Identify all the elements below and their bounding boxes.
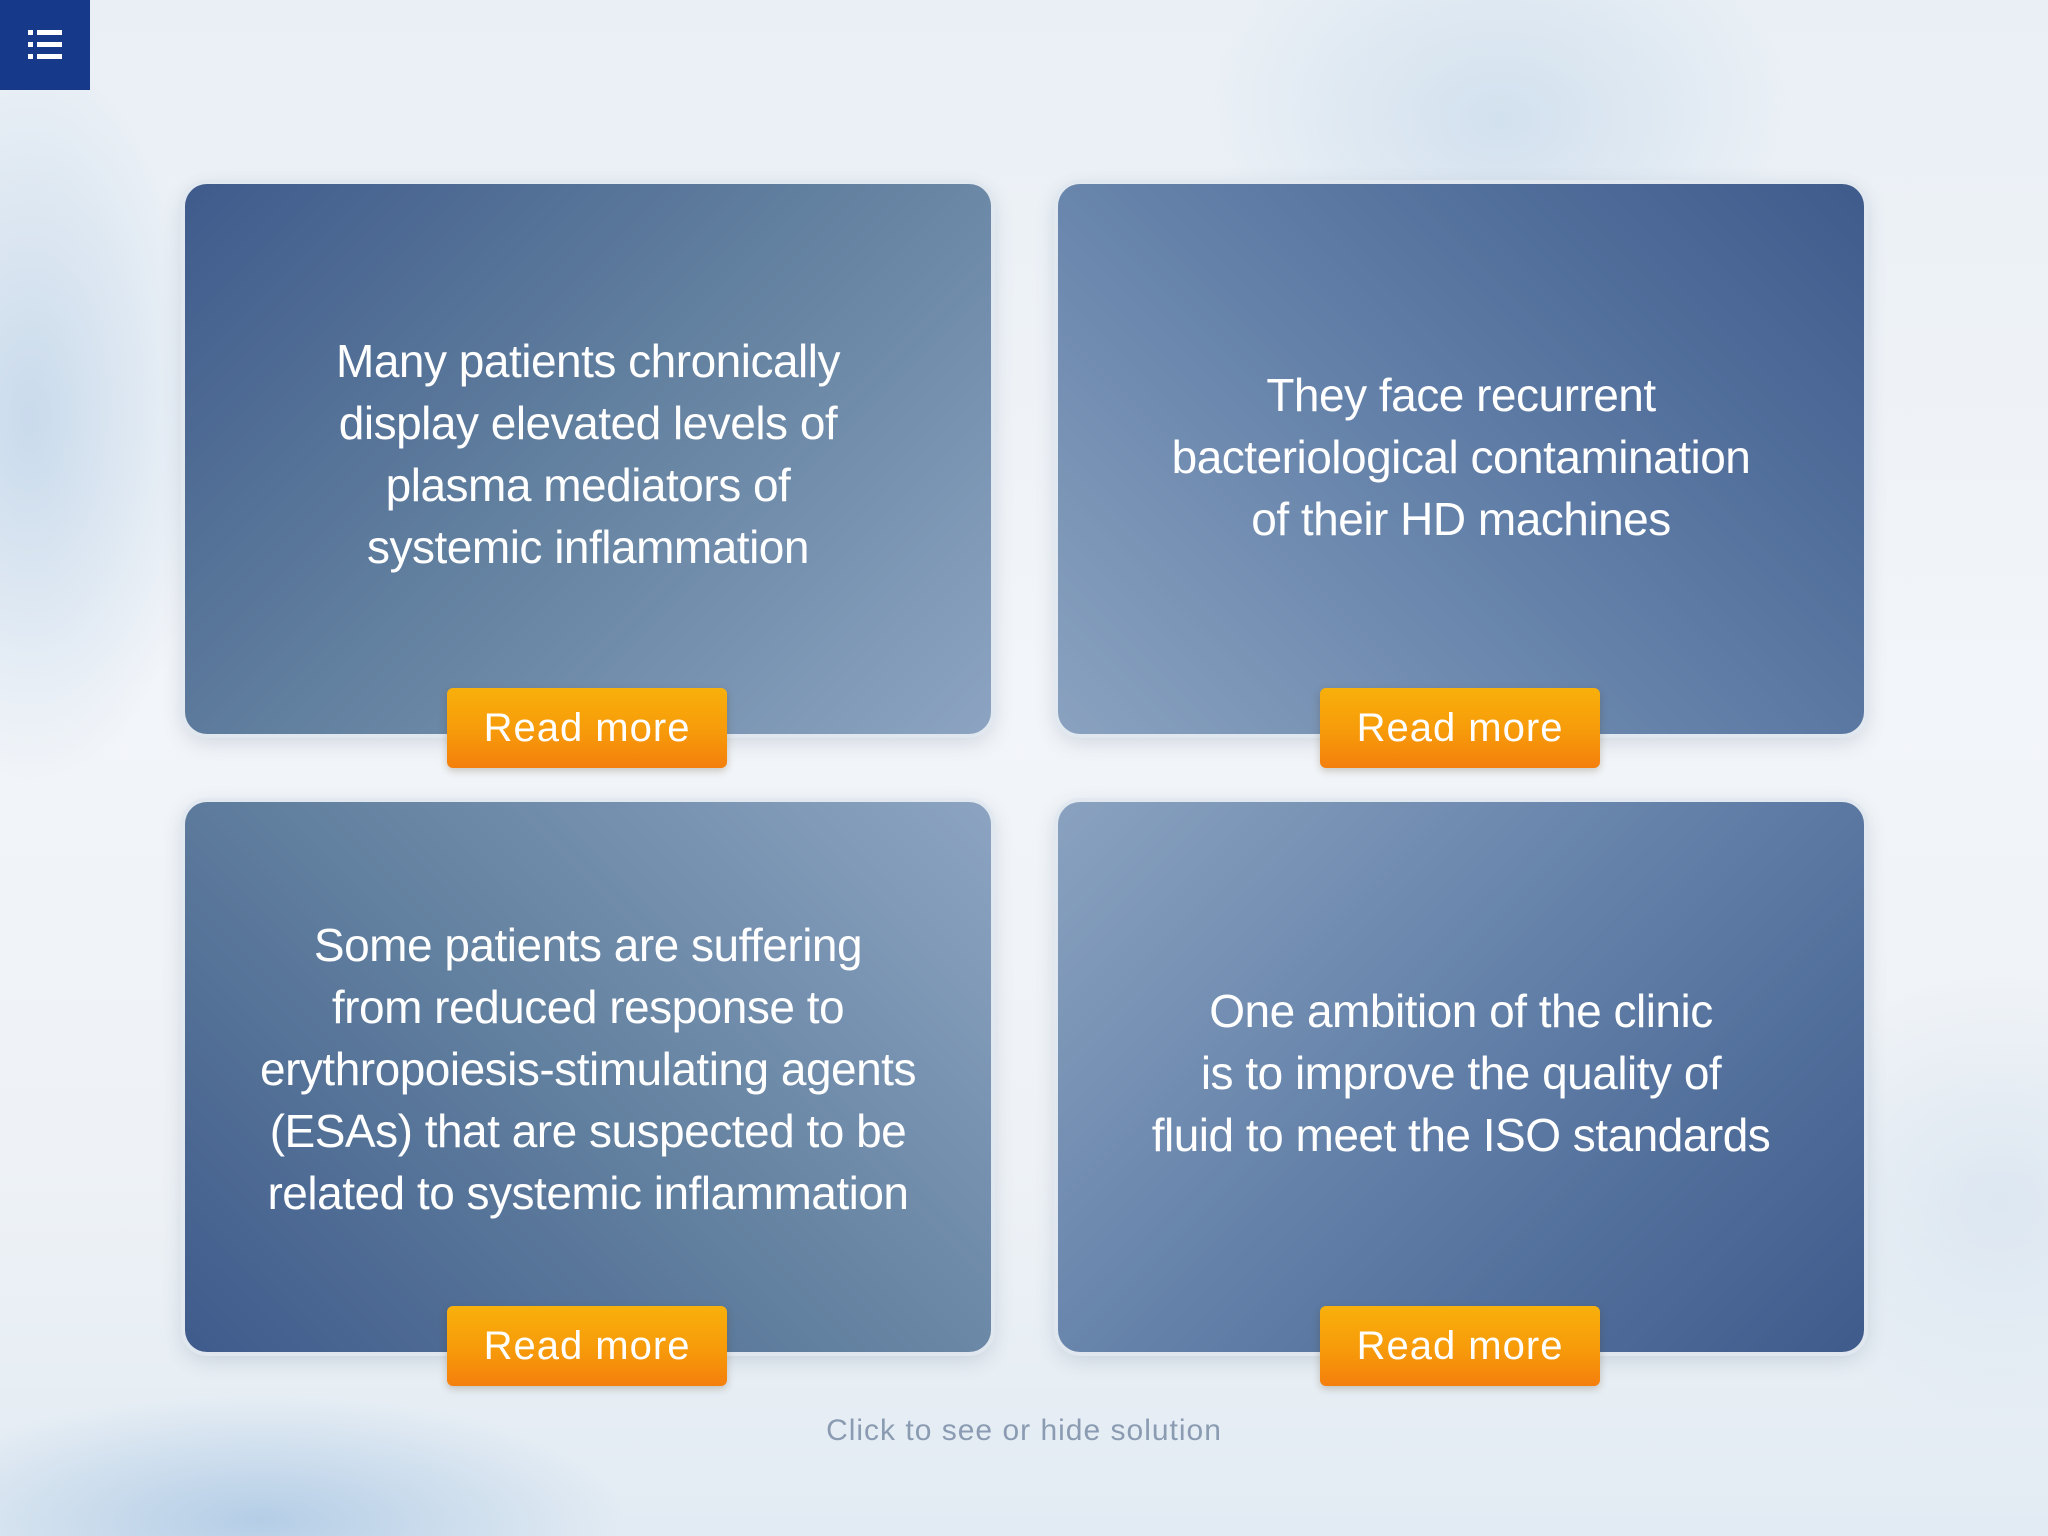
read-more-button[interactable]: Read more [447,1306,727,1386]
list-menu-icon [28,30,62,60]
read-more-button[interactable]: Read more [447,688,727,768]
read-more-button[interactable]: Read more [1320,688,1600,768]
card-text: They face recurrent bacteriological cont… [1171,369,1751,545]
card-text: Some patients are suffering from reduced… [260,919,916,1219]
card-text: Many patients chronically display elevat… [336,335,840,573]
menu-button[interactable] [0,0,90,90]
card-text: One ambition of the clinic is to improve… [1151,985,1771,1161]
read-more-button[interactable]: Read more [1320,1306,1600,1386]
info-card-esa-response: Some patients are suffering from reduced… [185,802,991,1386]
toggle-solution-link[interactable]: Click to see or hide solution [0,1414,2048,1448]
info-card-clinic-ambition: One ambition of the clinic is to improve… [1058,802,1864,1386]
info-card-inflammation: Many patients chronically display elevat… [185,184,991,768]
info-card-contamination: They face recurrent bacteriological cont… [1058,184,1864,768]
